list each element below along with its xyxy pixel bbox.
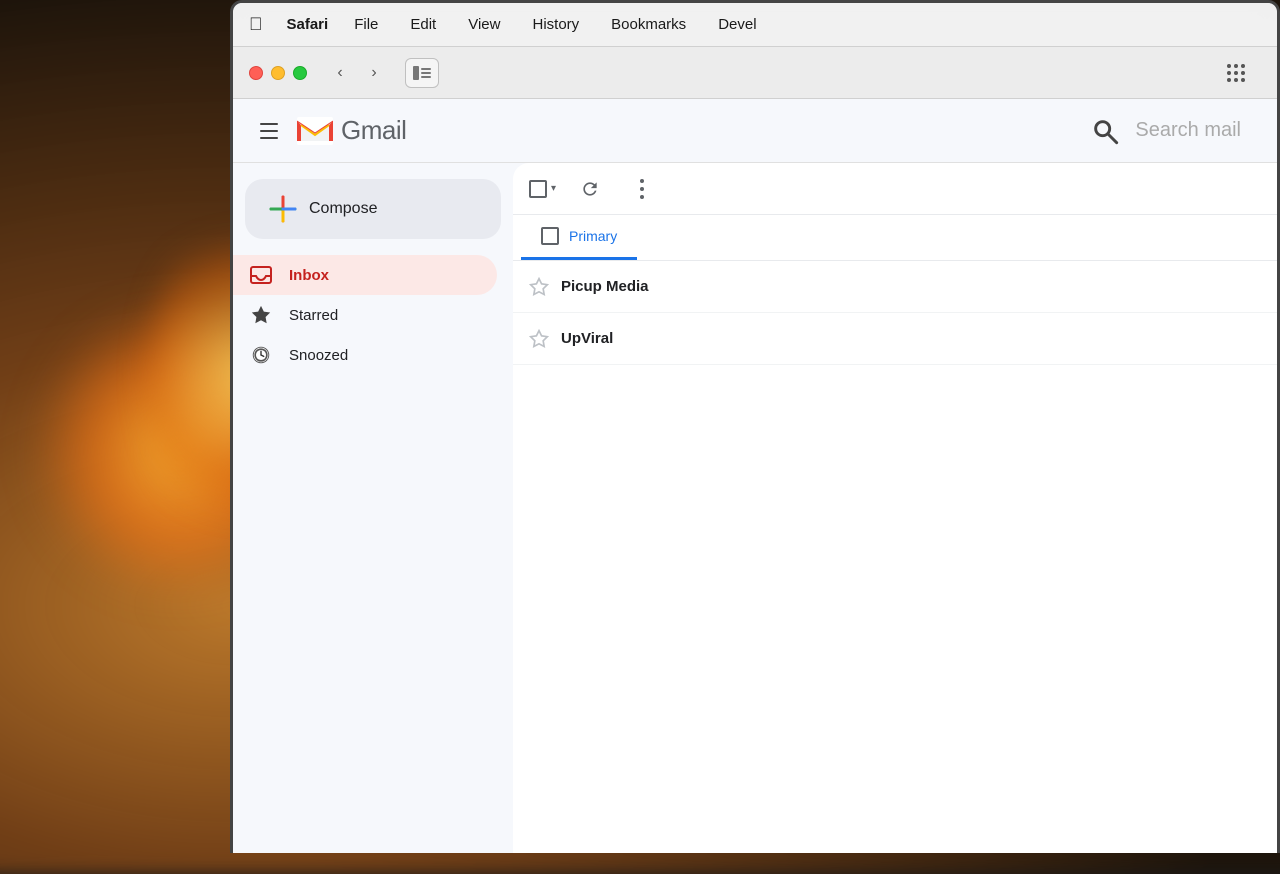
menu-bar:  Safari File Edit View History Bookmark… — [233, 3, 1277, 47]
tab-primary-label: Primary — [569, 228, 617, 244]
sidebar-toggle-icon — [413, 66, 431, 80]
laptop-frame:  Safari File Edit View History Bookmark… — [230, 0, 1280, 853]
star-icon-svg — [250, 304, 272, 326]
email-sender-1: Picup Media — [561, 278, 721, 295]
grid-icon-button[interactable] — [1219, 58, 1253, 88]
menu-edit[interactable]: Edit — [404, 14, 442, 35]
checkbox[interactable] — [529, 180, 547, 198]
email-sender-2: UpViral — [561, 330, 721, 347]
app-name: Safari — [287, 16, 329, 33]
gmail-m-icon — [297, 117, 333, 145]
gmail-app: Gmail Search mail — [233, 99, 1277, 853]
inbox-icon — [249, 263, 273, 287]
select-all-checkbox[interactable]: ▾ — [529, 180, 556, 198]
more-options-icon — [640, 179, 644, 199]
email-list-toolbar: ▾ — [513, 163, 1277, 215]
tab-row: Primary — [513, 215, 1277, 261]
sidebar-item-starred[interactable]: Starred — [233, 295, 497, 335]
browser-toolbar: ‹ › — [233, 47, 1277, 99]
grid-dots-icon — [1226, 63, 1246, 83]
star-icon-2[interactable] — [529, 329, 549, 349]
sidebar-toggle-button[interactable] — [405, 58, 439, 88]
sidebar-item-snoozed[interactable]: Snoozed — [233, 335, 497, 375]
email-row-2[interactable]: UpViral — [513, 313, 1277, 365]
email-list: ▾ — [513, 163, 1277, 853]
snoozed-icon — [249, 343, 273, 367]
search-icon[interactable] — [1091, 117, 1119, 145]
nav-buttons: ‹ › — [325, 58, 389, 88]
maximize-button[interactable] — [293, 66, 307, 80]
search-container: Search mail — [1091, 117, 1241, 145]
menu-bookmarks[interactable]: Bookmarks — [605, 14, 692, 35]
compose-button[interactable]: Compose — [245, 179, 501, 239]
gmail-wordmark: Gmail — [341, 115, 406, 146]
main-content: Compose Inbox — [233, 163, 1277, 853]
menu-file[interactable]: File — [348, 14, 384, 35]
menu-devel[interactable]: Devel — [712, 14, 762, 35]
traffic-lights — [249, 66, 307, 80]
forward-button[interactable]: › — [359, 58, 389, 88]
search-area: Search mail — [406, 117, 1261, 145]
more-options-button[interactable] — [624, 171, 660, 207]
clock-icon-svg — [250, 344, 272, 366]
close-button[interactable] — [249, 66, 263, 80]
dropdown-arrow[interactable]: ▾ — [551, 183, 556, 194]
inbox-icon-svg — [250, 266, 272, 284]
screen:  Safari File Edit View History Bookmark… — [233, 3, 1277, 853]
inbox-label: Inbox — [289, 267, 329, 284]
tab-checkbox[interactable] — [541, 227, 559, 245]
search-icon-svg — [1091, 117, 1119, 145]
menu-history[interactable]: History — [526, 14, 585, 35]
search-placeholder-text: Search mail — [1135, 119, 1241, 142]
snoozed-label: Snoozed — [289, 347, 348, 364]
gmail-header: Gmail Search mail — [233, 99, 1277, 163]
refresh-button[interactable] — [572, 171, 608, 207]
starred-label: Starred — [289, 307, 338, 324]
menu-view[interactable]: View — [462, 14, 506, 35]
apple-icon[interactable]:  — [249, 14, 263, 35]
back-button[interactable]: ‹ — [325, 58, 355, 88]
compose-plus-icon — [269, 195, 297, 223]
hamburger-line-3 — [260, 137, 278, 139]
hamburger-line-2 — [260, 130, 278, 132]
starred-icon — [249, 303, 273, 327]
email-row-1[interactable]: Picup Media — [513, 261, 1277, 313]
compose-label: Compose — [309, 200, 377, 218]
hamburger-line-1 — [260, 123, 278, 125]
tab-primary[interactable]: Primary — [521, 215, 637, 260]
star-icon-1[interactable] — [529, 277, 549, 297]
gmail-logo: Gmail — [297, 115, 406, 146]
refresh-icon — [580, 179, 600, 199]
gmail-sidebar: Compose Inbox — [233, 163, 513, 853]
sidebar-item-inbox[interactable]: Inbox — [233, 255, 497, 295]
hamburger-button[interactable] — [249, 111, 289, 151]
minimize-button[interactable] — [271, 66, 285, 80]
